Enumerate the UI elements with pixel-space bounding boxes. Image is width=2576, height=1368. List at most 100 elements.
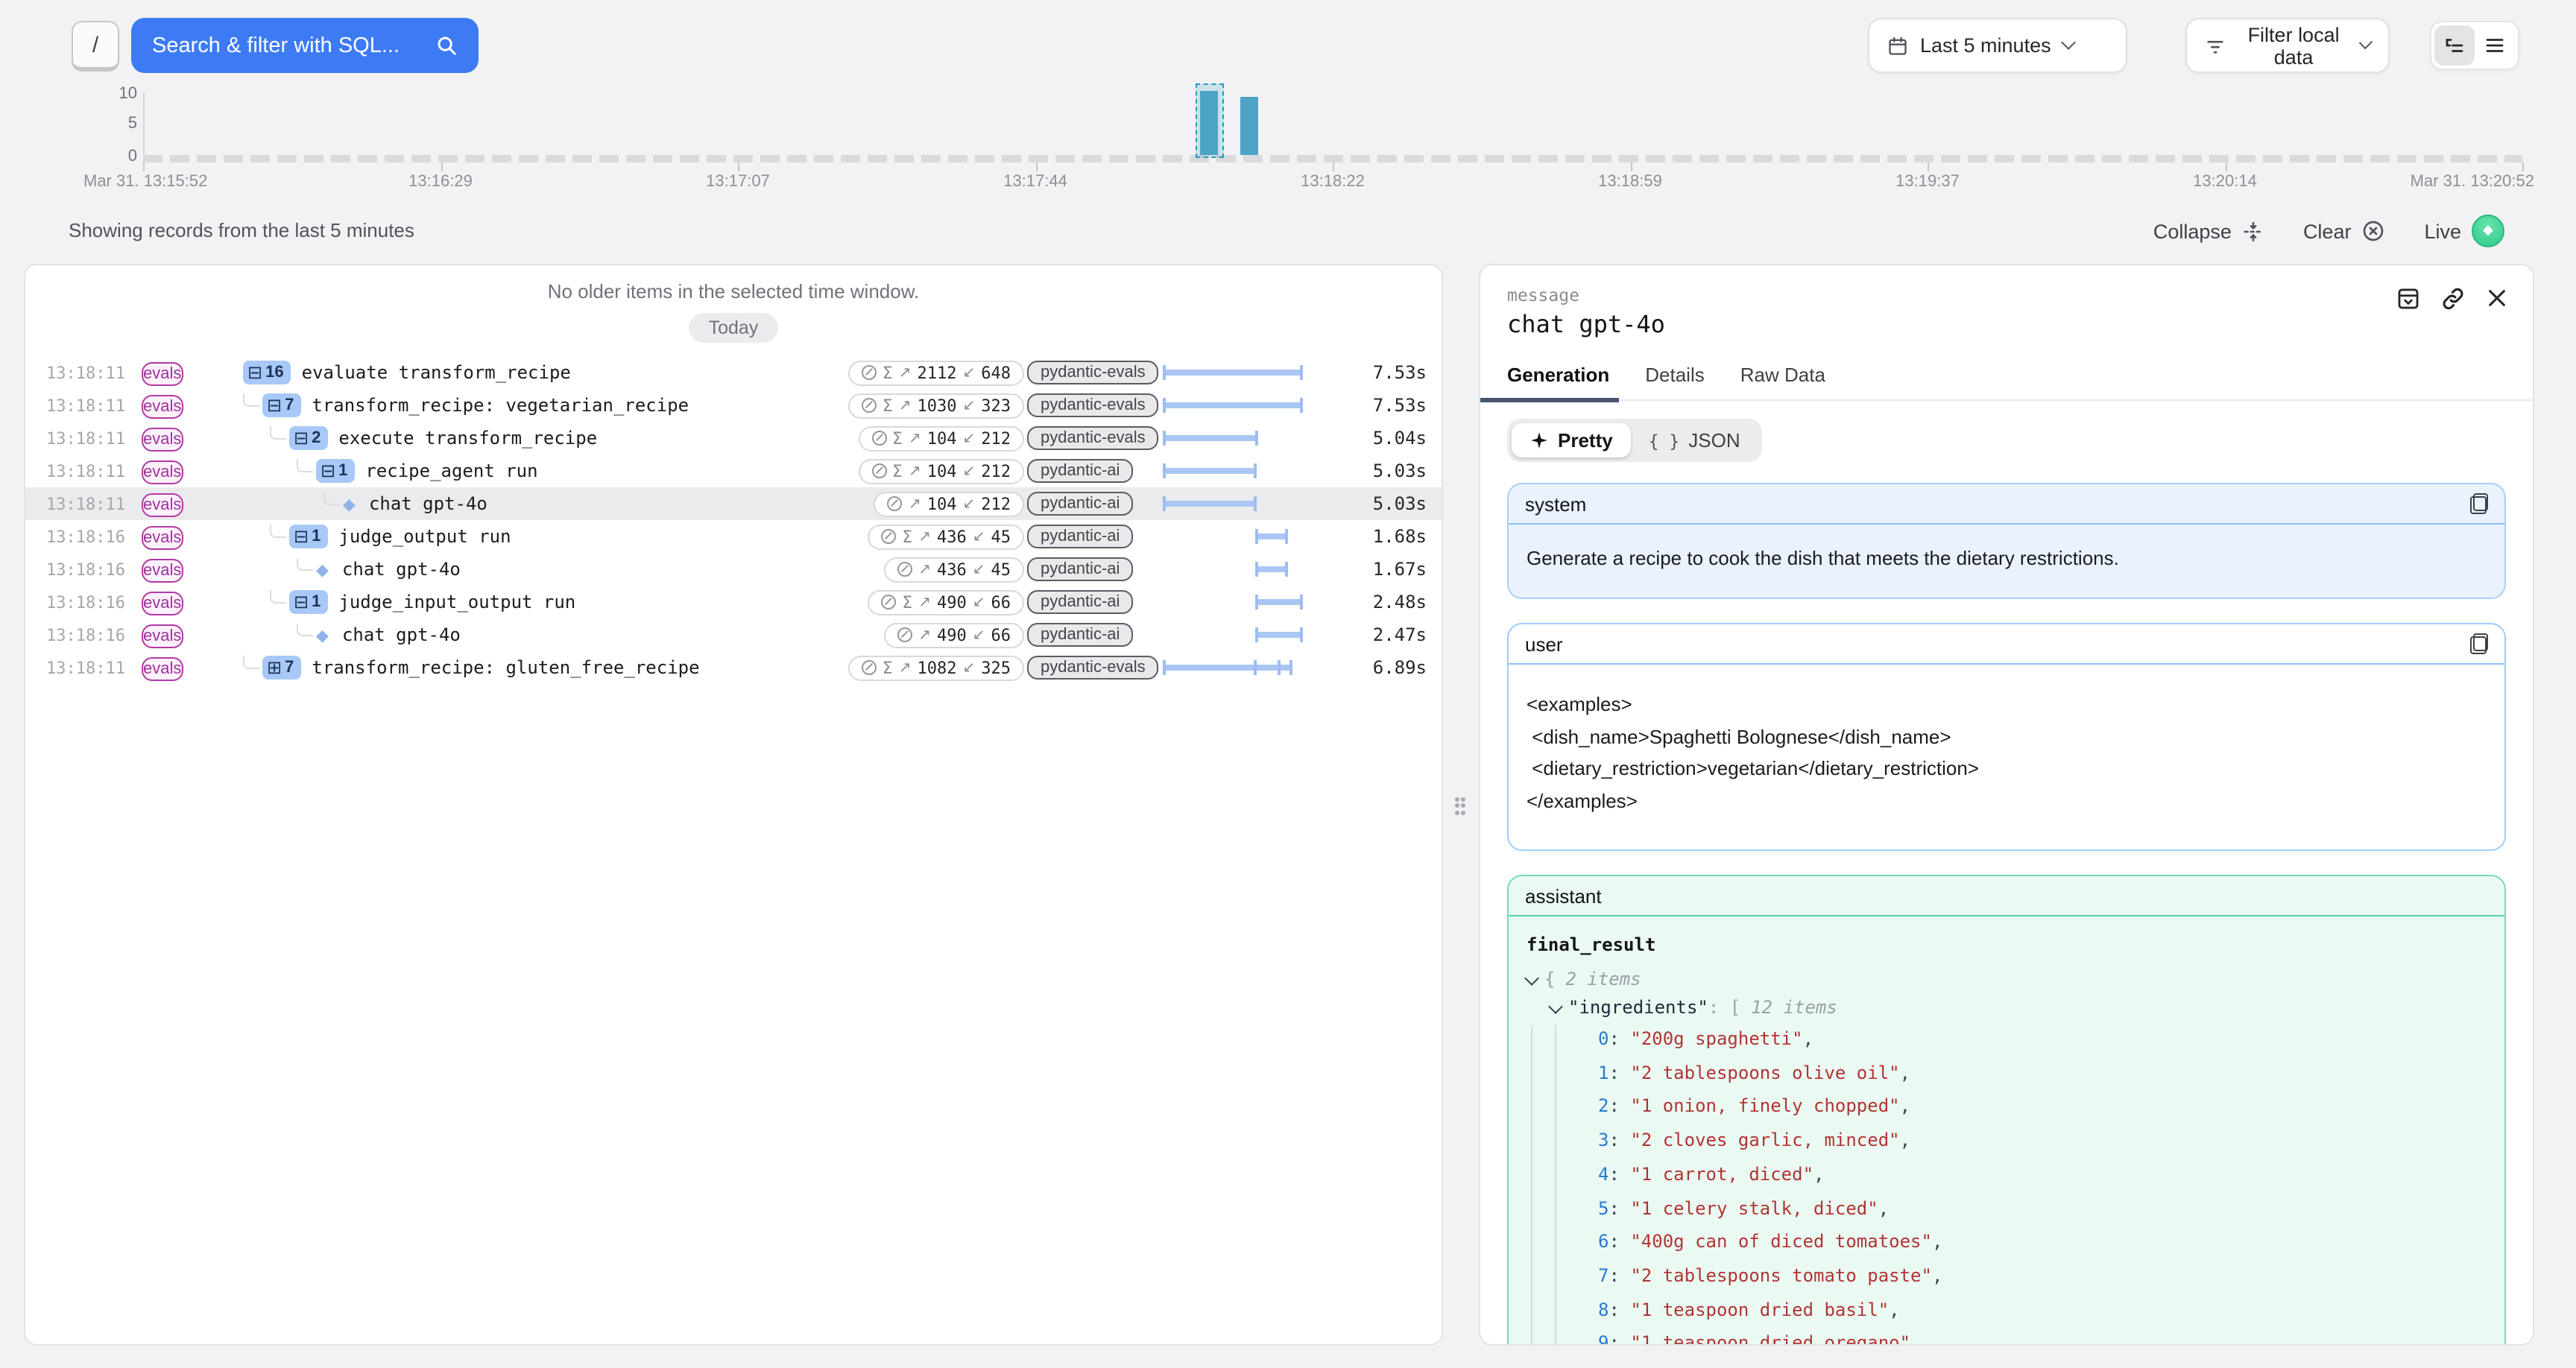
row-tree-cell: ⊞7transform_recipe: gluten_free_recipe: [228, 656, 821, 680]
output-tokens: 648: [981, 363, 1011, 382]
duration-bar-cap: [1254, 463, 1257, 478]
json-array-item: 8: "1 teaspoon dried basil",: [1527, 1293, 2487, 1326]
json-open-brace: {: [1544, 966, 1555, 994]
minus-box-icon: ⊟: [294, 528, 309, 545]
json-string-value: "2 tablespoons olive oil": [1630, 1062, 1899, 1083]
x-axis-tick: [1035, 162, 1037, 171]
minus-box-icon: ⊟: [294, 593, 309, 611]
json-array-summary: 12 items: [1751, 994, 1837, 1022]
duration-bar-cap: [1285, 529, 1288, 544]
collapse-caret-icon[interactable]: [1548, 998, 1563, 1013]
collapse-icon: [2242, 220, 2264, 242]
trace-row[interactable]: 13:18:16evals◆chat gpt-4o↗490↙66pydantic…: [25, 618, 1442, 651]
x-axis-tick-label: 13:18:22: [1301, 173, 1365, 191]
child-count: 2: [312, 429, 321, 447]
today-pill[interactable]: Today: [689, 313, 778, 343]
duration-bar-cap: [1163, 365, 1166, 380]
trace-row[interactable]: 13:18:11evals⊟2execute transform_recipeΣ…: [25, 422, 1442, 455]
histogram-bar[interactable]: [1199, 91, 1217, 155]
json-comma: ,: [1900, 1096, 1910, 1117]
panel-resize-handle[interactable]: [1450, 793, 1470, 818]
minus-box-icon: ⊟: [247, 364, 262, 381]
live-toggle[interactable]: Live ◆: [2424, 215, 2504, 247]
tab-generation[interactable]: Generation: [1507, 364, 1609, 399]
input-tokens-arrow-icon: ↗: [918, 561, 931, 577]
collapse-node-button[interactable]: ⊟7: [262, 393, 301, 417]
trace-row[interactable]: 13:18:16evals◆chat gpt-4o↗436↙45pydantic…: [25, 553, 1442, 586]
duration-bar: [1164, 370, 1301, 376]
tree-connector: [270, 525, 286, 538]
filter-local-data-dropdown[interactable]: Filter local data: [2185, 18, 2390, 73]
plus-box-icon: ⊞: [267, 659, 282, 677]
tab-details[interactable]: Details: [1645, 364, 1705, 399]
json-array-item: 0: "200g spaghetti",: [1527, 1022, 2487, 1056]
span-name: transform_recipe: vegetarian_recipe: [312, 395, 689, 416]
trace-row[interactable]: 13:18:11evals◆chat gpt-4o↗104↙212pydanti…: [25, 487, 1442, 520]
duration-bar-track: [1161, 651, 1310, 684]
copy-icon[interactable]: [2470, 633, 2488, 654]
child-count: 1: [312, 593, 321, 611]
collapse-caret-icon[interactable]: [1524, 970, 1539, 985]
row-badge-cell: evals: [133, 654, 228, 681]
output-tokens-arrow-icon: ↙: [962, 659, 975, 676]
close-icon[interactable]: [2485, 286, 2509, 311]
sdk-badge: pydantic-evals: [1027, 393, 1159, 417]
span-name: execute transform_recipe: [338, 428, 597, 449]
output-tokens-arrow-icon: ↙: [973, 627, 985, 643]
histogram-bar[interactable]: [1240, 98, 1258, 155]
system-role-label: system: [1525, 493, 1586, 515]
collapse-node-button[interactable]: ⊟1: [316, 459, 355, 483]
duration-bar: [1256, 566, 1287, 572]
trace-row[interactable]: 13:18:11evals⊞7transform_recipe: gluten_…: [25, 651, 1442, 684]
list-view-button[interactable]: [2475, 25, 2515, 66]
row-duration: 2.48s: [1310, 592, 1442, 612]
collapse-node-button[interactable]: ⊟1: [289, 590, 328, 614]
collapse-button[interactable]: Collapse: [2153, 220, 2264, 242]
copy-link-icon[interactable]: [2440, 286, 2466, 311]
json-colon: :: [1609, 1028, 1630, 1049]
collapse-node-button[interactable]: ⊟16: [243, 361, 291, 384]
span-diamond-icon: ◆: [343, 494, 356, 513]
json-mode-button[interactable]: { } JSON: [1631, 423, 1758, 457]
trace-row[interactable]: 13:18:11evals⊟7transform_recipe: vegetar…: [25, 389, 1442, 422]
search-input[interactable]: Search & filter with SQL...: [131, 18, 479, 73]
row-badge-cell: evals: [133, 490, 228, 517]
pretty-mode-button[interactable]: Pretty: [1512, 423, 1631, 457]
trace-row[interactable]: 13:18:16evals⊟1judge_input_output runΣ↗4…: [25, 586, 1442, 618]
duration-bar-cap: [1254, 595, 1257, 609]
user-role-label: user: [1525, 633, 1563, 655]
chevron-down-icon: [2359, 36, 2373, 49]
token-usage-badge: Σ↗1082↙325: [848, 655, 1024, 680]
trace-row[interactable]: 13:18:16evals⊟1judge_output runΣ↗436↙45p…: [25, 520, 1442, 553]
duration-bar: [1164, 435, 1256, 441]
copy-icon[interactable]: [2470, 493, 2488, 514]
duration-bar-cap: [1254, 562, 1257, 577]
expand-node-button[interactable]: ⊞7: [262, 656, 301, 680]
sdk-badge: pydantic-ai: [1027, 459, 1133, 483]
tree-connector: [243, 393, 259, 407]
duration-bar-track: [1161, 586, 1310, 618]
dock-panel-icon[interactable]: [2396, 286, 2421, 311]
collapse-node-button[interactable]: ⊟2: [289, 426, 328, 450]
tree-connector: [243, 656, 259, 669]
child-count: 1: [312, 528, 321, 545]
detail-panel: message chat gpt-4o: [1479, 264, 2534, 1346]
tab-raw-data[interactable]: Raw Data: [1740, 364, 1825, 399]
duration-bar: [1256, 533, 1287, 539]
json-index: 6: [1598, 1231, 1609, 1252]
collapse-node-button[interactable]: ⊟1: [289, 525, 328, 548]
time-range-dropdown[interactable]: Last 5 minutes: [1868, 18, 2127, 73]
trace-row[interactable]: 13:18:11evals⊟16evaluate transform_recip…: [25, 356, 1442, 389]
sigma-icon: Σ: [883, 396, 893, 415]
row-badge-cell: evals: [133, 392, 228, 419]
output-tokens: 45: [991, 560, 1011, 579]
output-tokens-arrow-icon: ↙: [973, 528, 985, 545]
row-duration: 1.67s: [1310, 559, 1442, 580]
json-string-value: "1 teaspoon dried basil": [1630, 1299, 1889, 1320]
tree-view-button[interactable]: [2434, 25, 2475, 66]
trace-row[interactable]: 13:18:11evals⊟1recipe_agent runΣ↗104↙212…: [25, 455, 1442, 487]
input-tokens: 436: [937, 560, 967, 579]
clear-button[interactable]: Clear: [2303, 219, 2386, 243]
sigma-icon: Σ: [883, 658, 893, 677]
span-name: evaluate transform_recipe: [302, 362, 571, 383]
